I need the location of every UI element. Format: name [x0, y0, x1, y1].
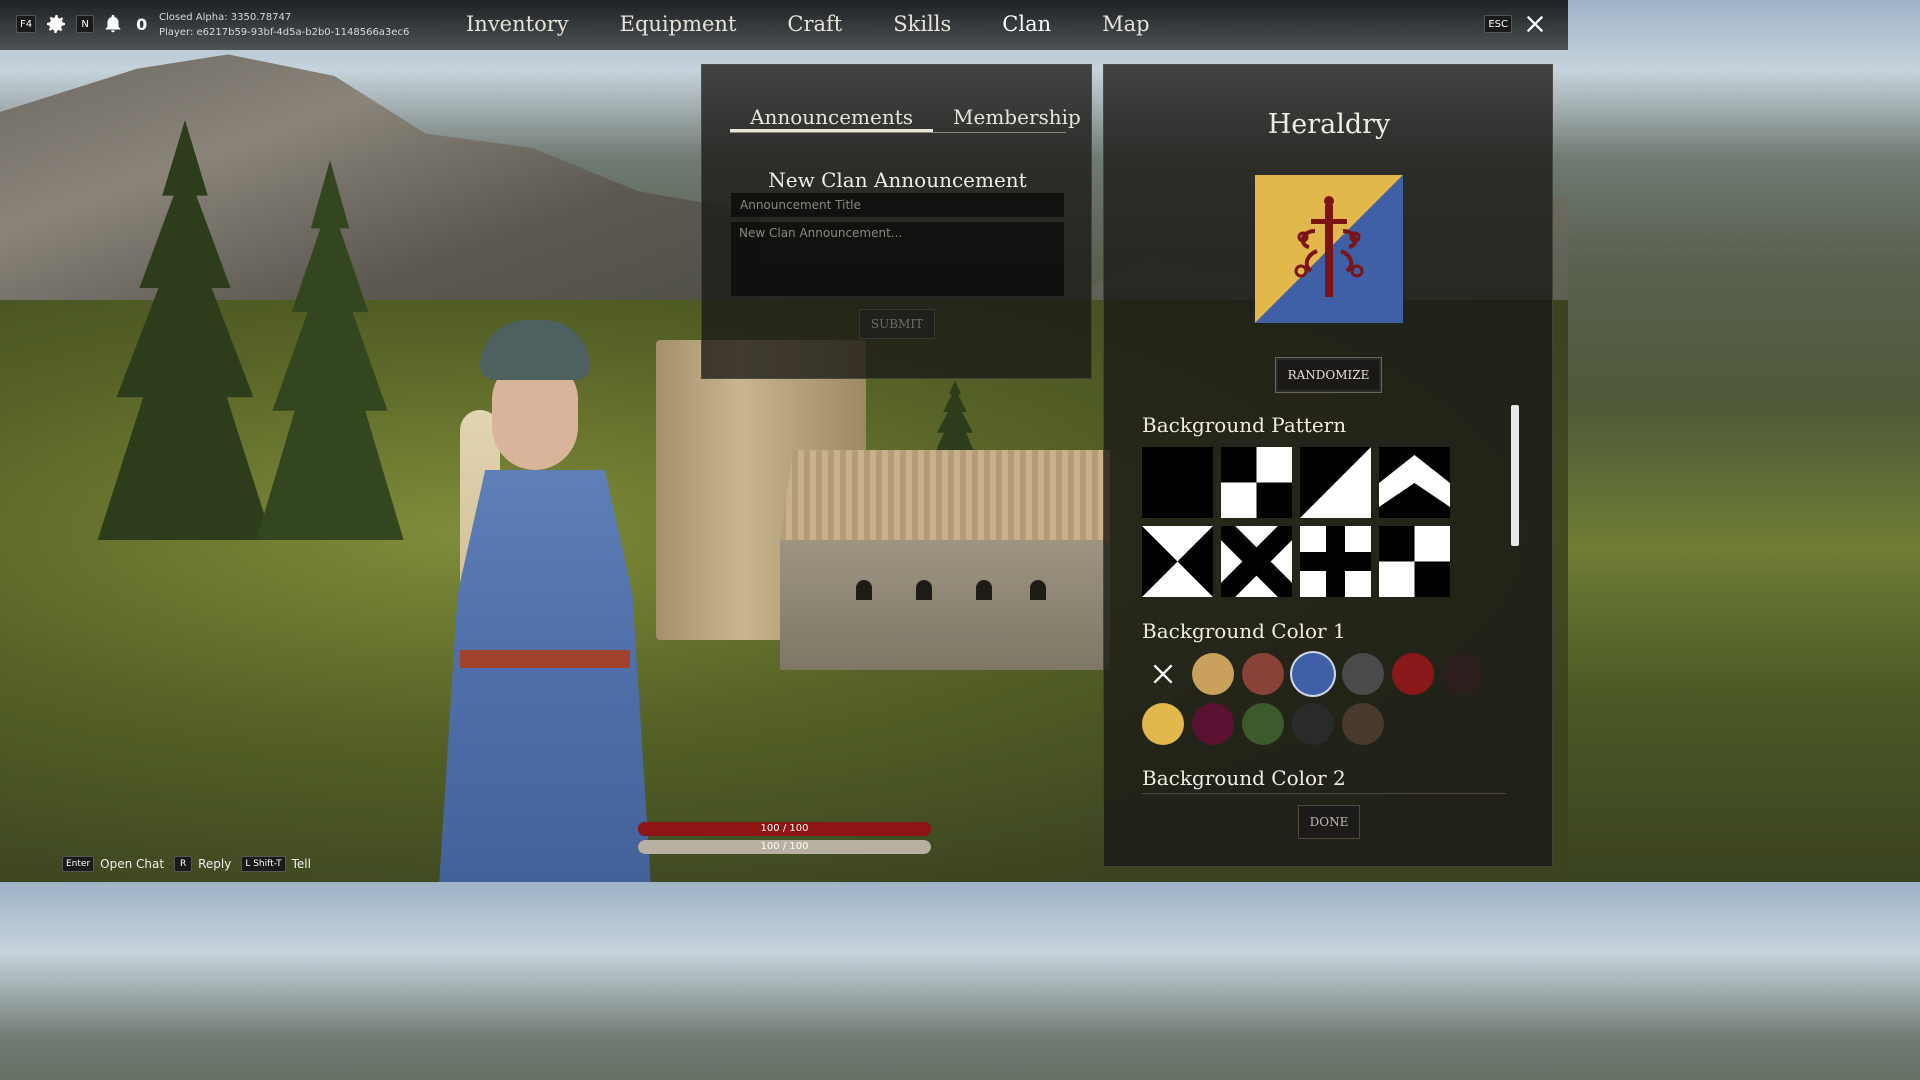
close-icon: [1153, 664, 1173, 684]
hotkey-reply[interactable]: Reply: [198, 857, 231, 871]
build-version: Closed Alpha: 3350.78747: [159, 12, 292, 23]
bell-icon[interactable]: [102, 13, 124, 35]
top-bar-right: ESC: [1484, 13, 1546, 35]
tab-announcements[interactable]: Announcements: [730, 103, 934, 132]
heraldry-scrollbar[interactable]: [1511, 405, 1519, 546]
divider: [1142, 793, 1506, 794]
stamina-bar: 100 / 100: [638, 840, 931, 854]
tab-membership[interactable]: Membership: [933, 103, 1101, 132]
character-belt: [460, 650, 630, 668]
announcement-title-input[interactable]: [731, 193, 1064, 217]
swatch-color[interactable]: [1192, 653, 1234, 695]
top-bar: F4 N 0 Closed Alpha: 3350.78747 Player: …: [0, 0, 1568, 50]
nav-craft[interactable]: Craft: [787, 9, 842, 39]
chat-hotkeys: Enter Open Chat R Reply L Shift-T Tell: [62, 856, 315, 872]
nav-equipment[interactable]: Equipment: [620, 9, 737, 39]
swatch-color[interactable]: [1392, 653, 1434, 695]
pattern-quartered[interactable]: [1221, 447, 1292, 518]
pattern-hourglass[interactable]: [1142, 526, 1213, 597]
submit-button[interactable]: SUBMIT: [859, 309, 935, 339]
swatch-color[interactable]: [1342, 653, 1384, 695]
house-roof: [780, 450, 1110, 540]
swatch-color[interactable]: [1342, 703, 1384, 745]
swatch-color[interactable]: [1142, 703, 1184, 745]
stamina-value: 100 / 100: [760, 841, 809, 852]
character-hat: [480, 320, 590, 380]
hotkey-open-chat[interactable]: Open Chat: [100, 857, 164, 871]
player-character: [400, 320, 690, 882]
announcement-body-input[interactable]: [731, 222, 1064, 296]
keycap-enter: Enter: [62, 856, 95, 872]
keycap-r: R: [174, 856, 193, 872]
pattern-cross[interactable]: [1300, 526, 1371, 597]
keycap-shift-t: L Shift-T: [241, 856, 286, 872]
announcement-heading: New Clan Announcement: [768, 168, 1027, 192]
swatch-color[interactable]: [1292, 703, 1334, 745]
swatch-color[interactable]: [1242, 703, 1284, 745]
background-color-1-label: Background Color 1: [1142, 619, 1346, 643]
color-1-swatches: [1142, 653, 1484, 745]
pattern-chevron[interactable]: [1379, 447, 1450, 518]
health-value: 100 / 100: [760, 823, 809, 834]
hotkey-tell[interactable]: Tell: [292, 857, 311, 871]
nav-inventory[interactable]: Inventory: [466, 9, 569, 39]
build-info: Closed Alpha: 3350.78747 Player: e6217b5…: [159, 10, 409, 40]
nav-skills[interactable]: Skills: [893, 9, 951, 39]
pattern-solid[interactable]: [1142, 447, 1213, 518]
house-window: [976, 580, 992, 600]
player-id: Player: e6217b59-93bf-4d5a-b2b0-1148566a…: [159, 27, 410, 38]
heraldry-panel: Heraldry RANDOMIZE Background Pattern Ba…: [1103, 64, 1553, 867]
house-wall: [780, 540, 1110, 670]
heraldry-crest: [1255, 175, 1403, 323]
house-window: [916, 580, 932, 600]
heraldry-title: Heraldry: [1267, 109, 1391, 140]
house-window: [856, 580, 872, 600]
randomize-button[interactable]: RANDOMIZE: [1275, 357, 1382, 393]
swatch-color[interactable]: [1242, 653, 1284, 695]
pattern-checker[interactable]: [1379, 526, 1450, 597]
swatch-color-selected[interactable]: [1292, 653, 1334, 695]
keycap-f4: F4: [16, 15, 37, 33]
pattern-diagonal[interactable]: [1300, 447, 1371, 518]
clan-panel: Announcements Membership New Clan Announ…: [701, 64, 1092, 379]
close-icon[interactable]: [1524, 13, 1546, 35]
keycap-n: N: [76, 15, 95, 33]
house-window: [1030, 580, 1046, 600]
health-bar: 100 / 100: [638, 822, 931, 836]
clan-tabs: Announcements Membership: [730, 103, 1081, 133]
background-color-2-label: Background Color 2: [1142, 766, 1346, 790]
nav-clan[interactable]: Clan: [1002, 9, 1051, 39]
pattern-saltire[interactable]: [1221, 526, 1292, 597]
main-nav: Inventory Equipment Craft Skills Clan Ma…: [466, 9, 1201, 39]
top-bar-left: F4 N 0: [16, 12, 147, 36]
done-button[interactable]: DONE: [1298, 805, 1360, 839]
gear-icon[interactable]: [44, 12, 68, 36]
swatch-color[interactable]: [1192, 703, 1234, 745]
swatch-none[interactable]: [1142, 653, 1184, 695]
notification-count: 0: [136, 14, 148, 34]
background-pattern-label: Background Pattern: [1142, 413, 1347, 437]
swatch-color[interactable]: [1442, 653, 1484, 695]
keycap-esc: ESC: [1484, 15, 1512, 33]
pattern-grid: [1142, 447, 1450, 597]
nav-map[interactable]: Map: [1102, 9, 1149, 39]
